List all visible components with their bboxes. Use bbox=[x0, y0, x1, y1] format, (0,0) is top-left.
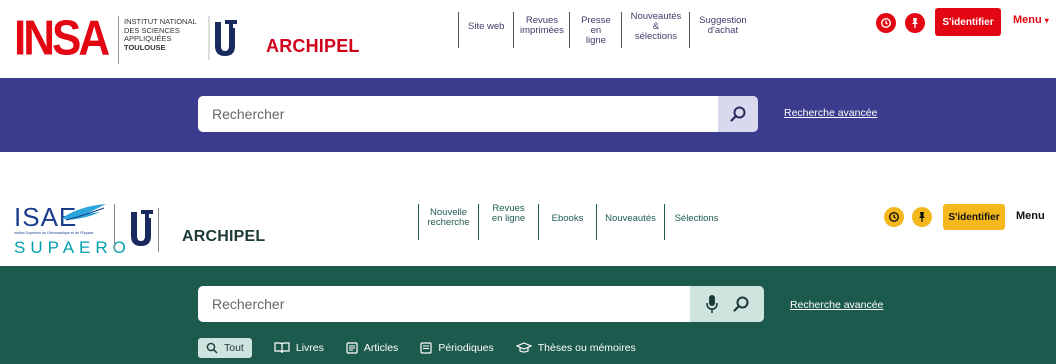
tab-label: Thèses ou mémoires bbox=[537, 342, 636, 354]
tab-tout[interactable]: Tout bbox=[198, 338, 252, 358]
nav-nouveautes[interactable]: Nouveautés bbox=[596, 204, 664, 240]
search-button[interactable] bbox=[718, 96, 758, 132]
search-input[interactable]: Rechercher bbox=[212, 296, 284, 312]
microphone-icon[interactable] bbox=[705, 294, 719, 314]
isae-search-band: Rechercher Recherche avancée Tout Livres… bbox=[0, 266, 1056, 364]
insa-search-band: Rechercher Recherche avancée bbox=[0, 78, 1056, 152]
search-icon bbox=[730, 106, 746, 122]
search-icon[interactable] bbox=[732, 295, 750, 313]
tab-label: Articles bbox=[363, 342, 399, 354]
pin-button[interactable] bbox=[905, 13, 925, 33]
tab-label: Périodiques bbox=[438, 342, 494, 354]
institute-line: TOULOUSE bbox=[124, 42, 166, 52]
insa-nav: Site web Revues imprimées Presse en lign… bbox=[458, 12, 755, 48]
search-box: Rechercher bbox=[198, 96, 758, 132]
u-divider bbox=[158, 208, 159, 252]
nav-site-web[interactable]: Site web bbox=[458, 12, 513, 48]
u-logo[interactable] bbox=[208, 16, 238, 60]
book-icon bbox=[274, 342, 290, 354]
history-button[interactable] bbox=[884, 207, 904, 227]
isae-tagline: Institut Supérieur de l'Aéronautique et … bbox=[14, 231, 94, 235]
advanced-search-link[interactable]: Recherche avancée bbox=[784, 107, 877, 119]
search-box: Rechercher bbox=[198, 286, 764, 322]
chevron-down-icon: ▾ bbox=[1044, 16, 1049, 25]
menu-button[interactable]: Menu bbox=[1016, 210, 1045, 222]
pin-icon bbox=[912, 18, 918, 28]
tab-articles[interactable]: Articles bbox=[346, 342, 398, 354]
graduation-cap-icon bbox=[515, 342, 532, 353]
nav-nouvelle-recherche[interactable]: Nouvelle recherche bbox=[418, 204, 478, 240]
archipel-title[interactable]: ARCHIPEL bbox=[266, 36, 360, 57]
nav-presse-en-ligne[interactable]: Presse en ligne bbox=[569, 12, 621, 48]
nav-nouveautes-selections[interactable]: Nouveautés & sélections bbox=[621, 12, 689, 48]
menu-button[interactable]: Menu ▾ bbox=[1013, 14, 1049, 26]
isae-logo[interactable]: ISAE Institut Supérieur de l'Aéronautiqu… bbox=[10, 198, 126, 260]
search-input[interactable]: Rechercher bbox=[212, 106, 284, 122]
pin-button[interactable] bbox=[912, 207, 932, 227]
isae-nav: Nouvelle recherche Revues en ligne Ebook… bbox=[418, 204, 728, 240]
pin-icon bbox=[919, 212, 925, 222]
article-icon bbox=[346, 342, 358, 354]
search-actions bbox=[690, 286, 764, 322]
insa-logo-text: INSA bbox=[14, 11, 110, 66]
nav-revues-en-ligne[interactable]: Revues en ligne bbox=[478, 204, 538, 240]
menu-label: Menu bbox=[1013, 14, 1042, 26]
nav-ebooks[interactable]: Ebooks bbox=[538, 204, 596, 240]
insa-header: INSA INSTITUT NATIONAL DES SCIENCES APPL… bbox=[0, 0, 1056, 78]
search-tabs: Tout Livres Articles Périodiques Thèses … bbox=[198, 336, 658, 360]
nav-suggestion-achat[interactable]: Suggestion d'achat bbox=[689, 12, 755, 48]
login-button[interactable]: S'identifier bbox=[935, 8, 1001, 36]
isae-header: ISAE Institut Supérieur de l'Aéronautiqu… bbox=[0, 192, 1056, 266]
periodical-icon bbox=[420, 342, 432, 354]
tab-label: Livres bbox=[295, 342, 324, 354]
history-icon bbox=[880, 17, 892, 29]
login-button[interactable]: S'identifier bbox=[943, 204, 1005, 230]
history-icon bbox=[888, 211, 900, 223]
search-icon bbox=[206, 342, 218, 354]
insa-institute-name: INSTITUT NATIONAL DES SCIENCES APPLIQUÉE… bbox=[124, 17, 202, 52]
history-button[interactable] bbox=[876, 13, 896, 33]
logo-divider bbox=[118, 16, 119, 64]
nav-revues-imprimees[interactable]: Revues imprimées bbox=[513, 12, 569, 48]
tab-livres[interactable]: Livres bbox=[274, 342, 324, 354]
insa-logo[interactable]: INSA bbox=[14, 14, 114, 64]
plane-icon bbox=[62, 204, 106, 221]
u-logo[interactable] bbox=[124, 206, 154, 250]
tab-theses-memoires[interactable]: Thèses ou mémoires bbox=[515, 342, 636, 354]
tab-label: Tout bbox=[224, 342, 244, 354]
advanced-search-link[interactable]: Recherche avancée bbox=[790, 299, 883, 311]
tab-periodiques[interactable]: Périodiques bbox=[420, 342, 494, 354]
archipel-title[interactable]: ARCHIPEL bbox=[182, 228, 265, 246]
logo-divider bbox=[114, 204, 115, 250]
nav-selections[interactable]: Sélections bbox=[664, 204, 728, 240]
